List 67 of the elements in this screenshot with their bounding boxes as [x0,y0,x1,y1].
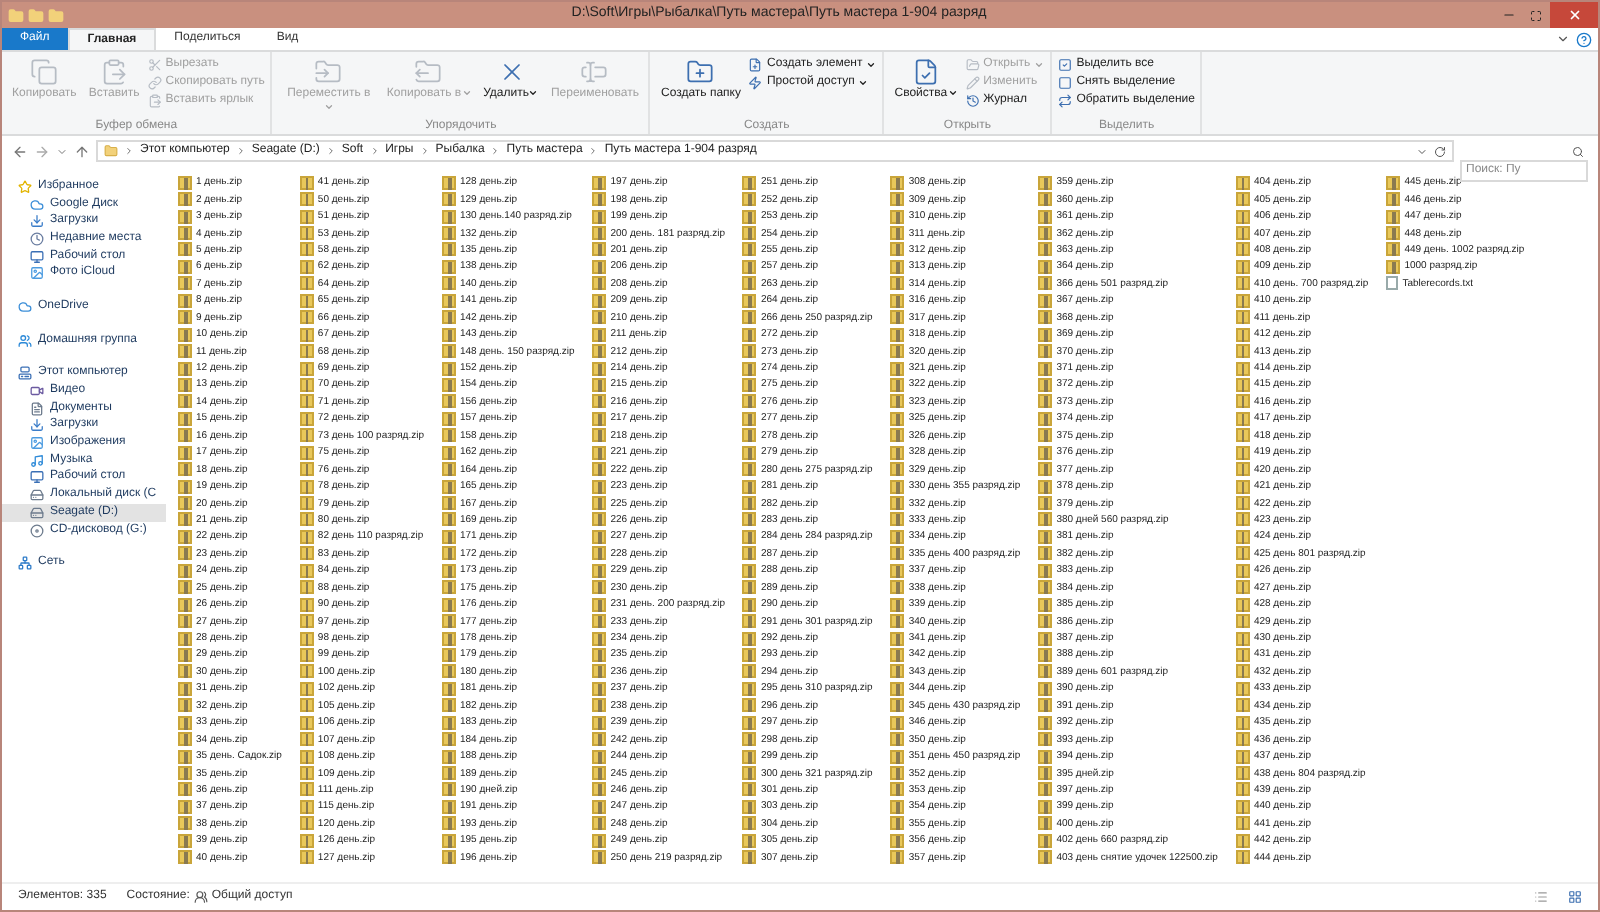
pencil-icon [965,76,980,90]
chevron-icon [235,146,246,156]
scissors-icon [147,58,162,72]
help-icon[interactable] [1576,31,1592,47]
caret-icon[interactable] [1416,145,1428,157]
chevron-icon [588,146,599,156]
file-check-icon [911,58,940,86]
file-plus-icon [748,58,763,72]
history-icon [965,94,980,108]
chevron-icon [490,146,501,156]
chevron-icon [124,146,134,156]
back-icon[interactable] [12,143,28,159]
users-icon [193,890,208,904]
caret-icon [323,101,334,111]
details-view-icon[interactable] [1534,890,1548,904]
chevron-icon [1556,32,1570,46]
caret-icon [461,88,472,98]
document-icon [30,401,44,416]
music-icon [30,453,44,468]
text-file-icon [1386,276,1399,291]
forward-icon[interactable] [34,143,50,159]
download-icon [30,214,44,229]
clipboard-icon [147,94,162,108]
search-icon [1572,145,1584,157]
copy-icon [30,58,59,86]
caret-icon [528,88,539,98]
chevron-icon [419,146,430,156]
close-icon [1567,8,1581,22]
video-icon [30,384,44,399]
up-icon[interactable] [74,143,90,159]
computer-icon [18,366,32,381]
minimize-icon [1501,8,1515,22]
network-icon [18,556,32,571]
clock-icon [30,231,44,246]
folder-icon [965,58,980,72]
chevron-icon [325,146,336,156]
icons-view-icon[interactable] [1568,890,1582,904]
chevron-icon [369,146,380,156]
folder-plus-icon [686,58,715,86]
monitor-icon [30,470,44,485]
text-cursor-icon [580,58,609,86]
cloud-icon [30,197,44,212]
caret-icon [947,88,958,98]
folder-arrow-icon [314,58,343,86]
users-icon [18,333,32,348]
caret-icon [1034,60,1045,70]
close-button[interactable] [1550,2,1598,28]
folder-icon[interactable] [28,7,44,23]
repeat-icon [1058,94,1073,108]
disc-icon [30,523,44,538]
folder-icon[interactable] [48,7,64,23]
checkbox-icon [1058,58,1073,72]
lightning-icon [748,76,763,90]
clipboard-icon [100,58,129,86]
folder-icon [104,144,118,158]
folder-icon[interactable] [8,7,24,23]
square-icon [1058,76,1073,90]
folder-arrow-icon [414,58,443,86]
monitor-icon [30,249,44,264]
caret-icon[interactable] [56,145,68,157]
refresh-icon[interactable] [1434,145,1446,157]
download-icon [30,418,44,433]
link-icon [147,76,162,90]
cloud-icon [18,299,32,314]
star-icon [18,179,32,194]
image-icon [30,436,44,451]
image-icon [30,266,44,281]
